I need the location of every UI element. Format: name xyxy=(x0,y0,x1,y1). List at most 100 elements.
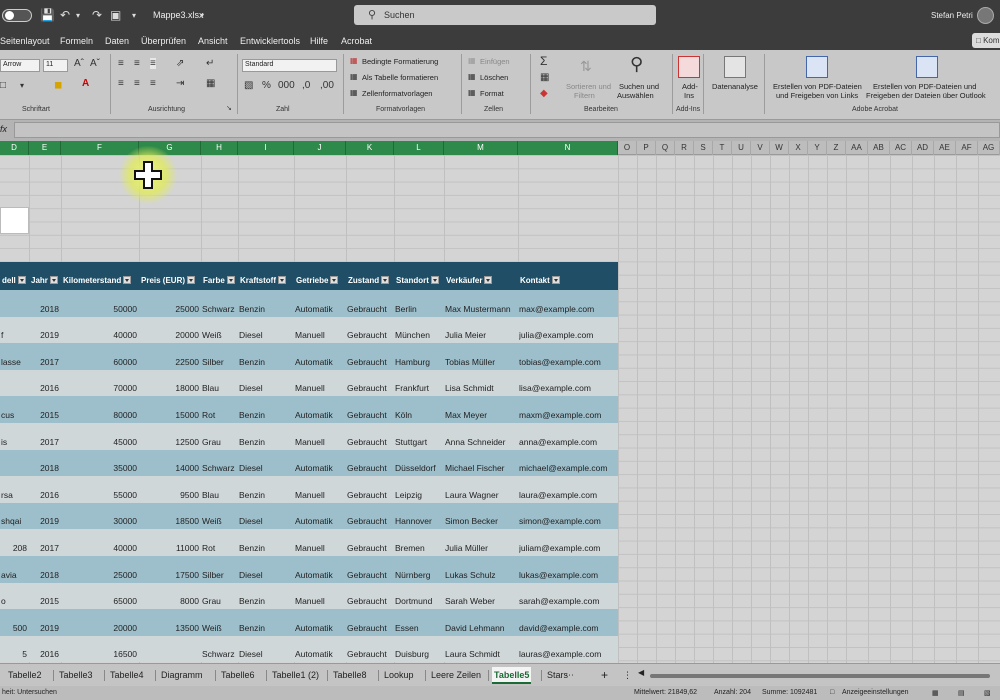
table-cell[interactable]: lauras@example.com xyxy=(519,649,618,659)
table-cell[interactable]: 2018 xyxy=(29,463,59,473)
sheet-tab[interactable]: Stars xyxy=(545,667,570,684)
table-cell[interactable]: Julia Meier xyxy=(445,330,518,340)
tab-entwicklertools[interactable]: Entwicklertools xyxy=(240,36,300,46)
pdf-outlook-label-2[interactable]: Freigeben der Dateien über Outlook xyxy=(866,91,986,100)
table-cell[interactable]: Köln xyxy=(395,410,444,420)
scroll-left-icon[interactable]: ◀ xyxy=(638,668,644,677)
table-cell[interactable]: Blau xyxy=(202,490,238,500)
table-cell[interactable]: anna@example.com xyxy=(519,437,618,447)
filter-dropdown-icon[interactable] xyxy=(17,275,26,284)
column-header[interactable]: P xyxy=(637,141,656,155)
table-cell[interactable]: 25000 xyxy=(61,570,137,580)
formula-input[interactable] xyxy=(14,122,1000,138)
redo-icon[interactable]: ↷ xyxy=(92,8,102,22)
autosave-toggle[interactable] xyxy=(2,9,32,22)
column-header[interactable]: AA xyxy=(846,141,868,155)
table-cell[interactable]: Blau xyxy=(202,383,238,393)
table-cell[interactable]: Grau xyxy=(202,437,238,447)
table-cell[interactable]: 2017 xyxy=(29,357,59,367)
align-left-icon[interactable]: ≡ xyxy=(118,78,124,89)
table-cell[interactable]: 2018 xyxy=(29,304,59,314)
table-cell[interactable]: Hannover xyxy=(395,516,444,526)
orientation-icon[interactable]: ⇗ xyxy=(176,58,184,69)
table-cell[interactable]: Manuell xyxy=(295,383,346,393)
table-cell[interactable]: michael@example.com xyxy=(519,463,618,473)
table-header-cell[interactable]: Farbe xyxy=(203,262,238,290)
filter-dropdown-icon[interactable] xyxy=(381,275,390,284)
table-cell[interactable]: 50000 xyxy=(61,304,137,314)
table-cell[interactable]: 2017 xyxy=(29,543,59,553)
table-cell[interactable]: Automatik xyxy=(295,516,346,526)
decrease-decimal-icon[interactable]: ,00 xyxy=(320,80,334,91)
data-analysis-label[interactable]: Datenanalyse xyxy=(712,82,758,91)
table-row[interactable]: o 2015 65000 8000 Grau Benzin Manuell Gebraucht… xyxy=(0,582,618,610)
tab-ueberpruefen[interactable]: Überprüfen xyxy=(141,36,186,46)
table-cell[interactable]: Manuell xyxy=(295,437,346,447)
table-cell[interactable]: Diesel xyxy=(239,463,294,473)
column-header[interactable]: N xyxy=(518,141,618,155)
table-cell[interactable]: Simon Becker xyxy=(445,516,518,526)
sheet-tab[interactable]: Tabelle3 xyxy=(57,667,95,684)
column-header[interactable]: AC xyxy=(890,141,912,155)
column-header[interactable]: U xyxy=(732,141,751,155)
font-name-combo[interactable]: Arrow xyxy=(0,59,40,72)
table-cell[interactable]: max@example.com xyxy=(519,304,618,314)
fill-icon[interactable]: ▦ xyxy=(540,72,549,83)
sheet-tab[interactable]: Tabelle2 xyxy=(6,667,44,684)
fx-icon[interactable]: fx xyxy=(0,124,7,134)
table-cell[interactable]: Diesel xyxy=(239,383,294,393)
table-cell[interactable]: david@example.com xyxy=(519,623,618,633)
table-cell[interactable]: Gebraucht xyxy=(347,330,394,340)
table-cell[interactable]: is xyxy=(1,437,29,447)
table-cell[interactable]: maxm@example.com xyxy=(519,410,618,420)
chevron-down-icon[interactable]: ▾ xyxy=(200,11,204,20)
table-cell[interactable]: lisa@example.com xyxy=(519,383,618,393)
filter-dropdown-icon[interactable] xyxy=(484,275,493,284)
table-cell[interactable]: 2016 xyxy=(29,383,59,393)
table-row[interactable]: f 2019 40000 20000 Weiß Diesel Manuell Gebrauch… xyxy=(0,316,618,344)
table-cell[interactable]: Gebraucht xyxy=(347,516,394,526)
table-cell[interactable]: 18500 xyxy=(139,516,199,526)
sheet-options-icon[interactable]: ⋮ xyxy=(621,667,634,684)
table-cell[interactable]: Dortmund xyxy=(395,596,444,606)
table-cell[interactable]: Benzin xyxy=(239,490,294,500)
filter-dropdown-icon[interactable] xyxy=(551,275,560,284)
table-cell[interactable]: Weiß xyxy=(202,516,238,526)
table-cell[interactable]: Silber xyxy=(202,357,238,367)
cell-styles-button[interactable]: Zellenformatvorlagen xyxy=(362,89,432,98)
table-cell[interactable]: laura@example.com xyxy=(519,490,618,500)
table-cell[interactable]: Berlin xyxy=(395,304,444,314)
column-header[interactable]: AD xyxy=(912,141,934,155)
table-cell[interactable]: Schwarz xyxy=(202,304,238,314)
column-header[interactable]: T xyxy=(713,141,732,155)
table-cell[interactable]: 40000 xyxy=(61,330,137,340)
table-header-cell[interactable]: Preis (EUR) xyxy=(141,262,201,290)
column-header[interactable]: R xyxy=(675,141,694,155)
table-cell[interactable]: Benzin xyxy=(239,410,294,420)
column-header[interactable]: J xyxy=(294,141,346,155)
indent-icon[interactable]: ⇥ xyxy=(176,78,184,89)
filter-dropdown-icon[interactable] xyxy=(187,275,196,284)
table-cell[interactable]: Automatik xyxy=(295,304,346,314)
table-cell[interactable]: 70000 xyxy=(61,383,137,393)
table-row[interactable]: 2018 35000 14000 Schwarz Diesel Automatik Gebr… xyxy=(0,449,618,477)
table-cell[interactable]: Frankfurt xyxy=(395,383,444,393)
file-name[interactable]: Mappe3.xlsx xyxy=(153,10,204,20)
table-cell[interactable]: Gebraucht xyxy=(347,410,394,420)
table-cell[interactable]: 2019 xyxy=(29,623,59,633)
page-layout-icon[interactable]: ▤ xyxy=(958,689,965,697)
table-cell[interactable]: Essen xyxy=(395,623,444,633)
format-button[interactable]: Format xyxy=(480,89,504,98)
column-header[interactable]: M xyxy=(444,141,518,155)
search-box[interactable]: ⚲ Suchen xyxy=(354,5,656,25)
table-cell[interactable]: tobias@example.com xyxy=(519,357,618,367)
format-as-table-button[interactable]: Als Tabelle formatieren xyxy=(362,73,438,82)
sheet-tab[interactable]: Tabelle1 (2) xyxy=(270,667,321,684)
table-cell[interactable]: sarah@example.com xyxy=(519,596,618,606)
table-row[interactable]: 208 2017 40000 11000 Rot Benzin Manuell Gebrauc… xyxy=(0,529,618,556)
filter-dropdown-icon[interactable] xyxy=(49,275,58,284)
table-cell[interactable]: 25000 xyxy=(139,304,199,314)
table-cell[interactable]: o xyxy=(1,596,29,606)
column-header[interactable]: X xyxy=(789,141,808,155)
insert-button[interactable]: Einfügen xyxy=(480,57,510,66)
